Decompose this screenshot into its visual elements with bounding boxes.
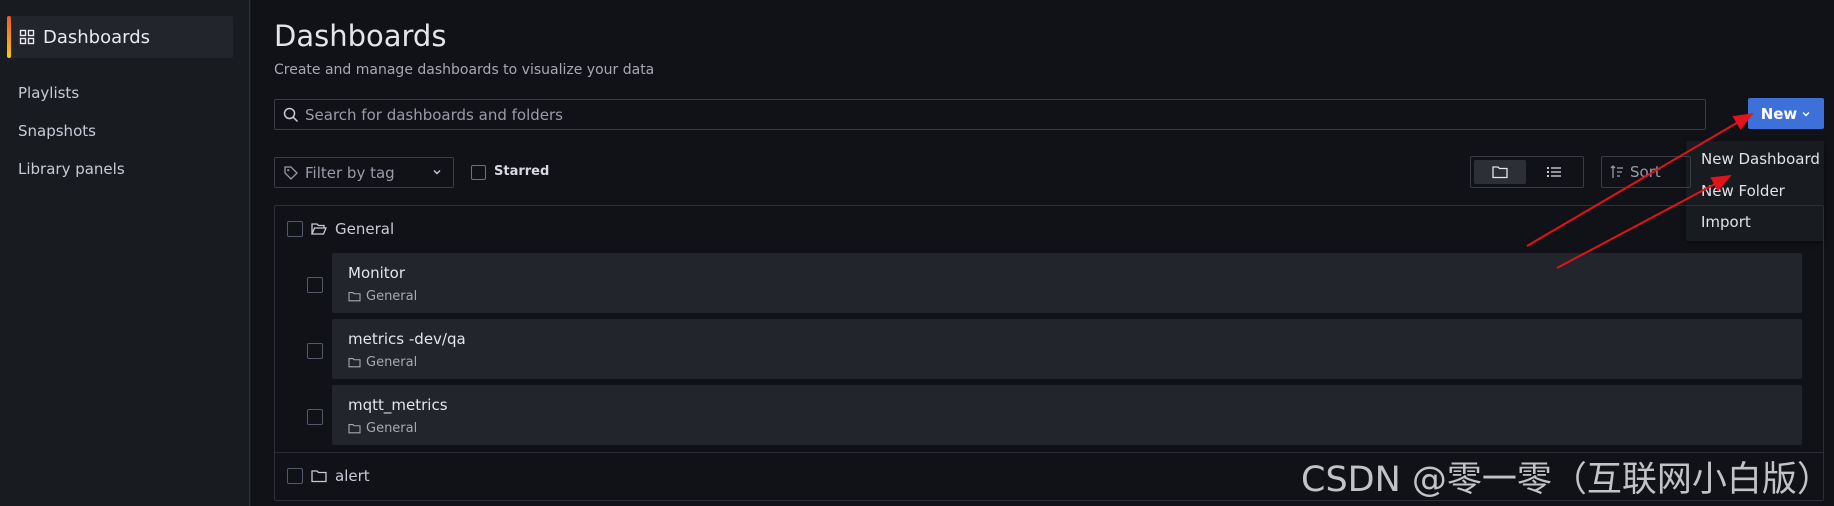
dashboard-folder-name: General — [366, 289, 418, 304]
new-button-label: New — [1760, 104, 1798, 123]
sidebar: Dashboards Playlists Snapshots Library p… — [0, 0, 250, 506]
dashboard-card-monitor[interactable]: Monitor General — [332, 253, 1802, 313]
active-indicator — [7, 16, 11, 58]
dashboard-folder-tag: General — [348, 289, 417, 304]
sidebar-title: Dashboards — [43, 26, 151, 48]
dashboard-checkbox[interactable] — [307, 409, 323, 425]
search-icon — [283, 107, 299, 122]
dashboard-card-mqtt-metrics[interactable]: mqtt_metrics General — [332, 385, 1802, 445]
dashboard-title: mqtt_metrics — [348, 396, 448, 414]
dashboard-folder-name: General — [366, 421, 418, 436]
tag-icon — [284, 165, 298, 180]
page-subtitle: Create and manage dashboards to visualiz… — [274, 62, 655, 78]
folder-name: General — [335, 220, 395, 238]
dashboards-grid-icon — [19, 29, 35, 45]
dashboard-title: metrics -dev/qa — [348, 330, 466, 348]
folder-icon — [311, 470, 327, 483]
view-toggle — [1470, 156, 1584, 188]
folder-checkbox[interactable] — [287, 468, 303, 484]
folder-row-general[interactable]: General — [275, 206, 1823, 252]
tag-filter-placeholder: Filter by tag — [305, 163, 395, 182]
dashboard-card-metrics-dev-qa[interactable]: metrics -dev/qa General — [332, 319, 1802, 379]
folder-view-button[interactable] — [1474, 160, 1526, 184]
list-icon — [1547, 167, 1561, 177]
tag-filter-select[interactable]: Filter by tag — [274, 157, 454, 188]
folder-icon — [348, 358, 361, 368]
new-button[interactable]: New — [1748, 98, 1824, 129]
sidebar-item-library-panels[interactable]: Library panels — [18, 160, 125, 178]
folder-open-icon — [311, 223, 327, 235]
sidebar-item-snapshots[interactable]: Snapshots — [18, 122, 96, 140]
folder-name: alert — [335, 467, 370, 485]
chevron-down-icon — [433, 170, 441, 175]
sidebar-item-playlists[interactable]: Playlists — [18, 84, 79, 102]
sort-label: Sort — [1630, 163, 1661, 181]
page-title: Dashboards — [274, 19, 447, 53]
dashboard-folder-tag: General — [348, 355, 417, 370]
dashboard-checkbox[interactable] — [307, 343, 323, 359]
dashboard-folder-tag: General — [348, 421, 417, 436]
sort-select[interactable]: Sort — [1601, 156, 1691, 188]
chevron-down-icon — [1802, 111, 1810, 116]
starred-label[interactable]: Starred — [494, 164, 549, 179]
folder-icon — [1492, 166, 1508, 179]
list-view-button[interactable] — [1528, 160, 1580, 184]
sidebar-header[interactable]: Dashboards — [7, 16, 233, 58]
dashboard-checkbox[interactable] — [307, 277, 323, 293]
folder-checkbox[interactable] — [287, 221, 303, 237]
search-input[interactable] — [305, 105, 1685, 124]
starred-checkbox[interactable] — [471, 165, 486, 180]
sort-icon — [1610, 165, 1623, 178]
watermark: CSDN @零一零（互联网小白版） — [1301, 460, 1832, 500]
menu-item-new-folder[interactable]: New Folder — [1701, 182, 1785, 200]
dashboard-title: Monitor — [348, 264, 406, 282]
folder-icon — [348, 292, 361, 302]
menu-item-new-dashboard[interactable]: New Dashboard — [1701, 150, 1820, 168]
folder-icon — [348, 424, 361, 434]
dashboard-folder-name: General — [366, 355, 418, 370]
search-box[interactable] — [274, 99, 1706, 130]
